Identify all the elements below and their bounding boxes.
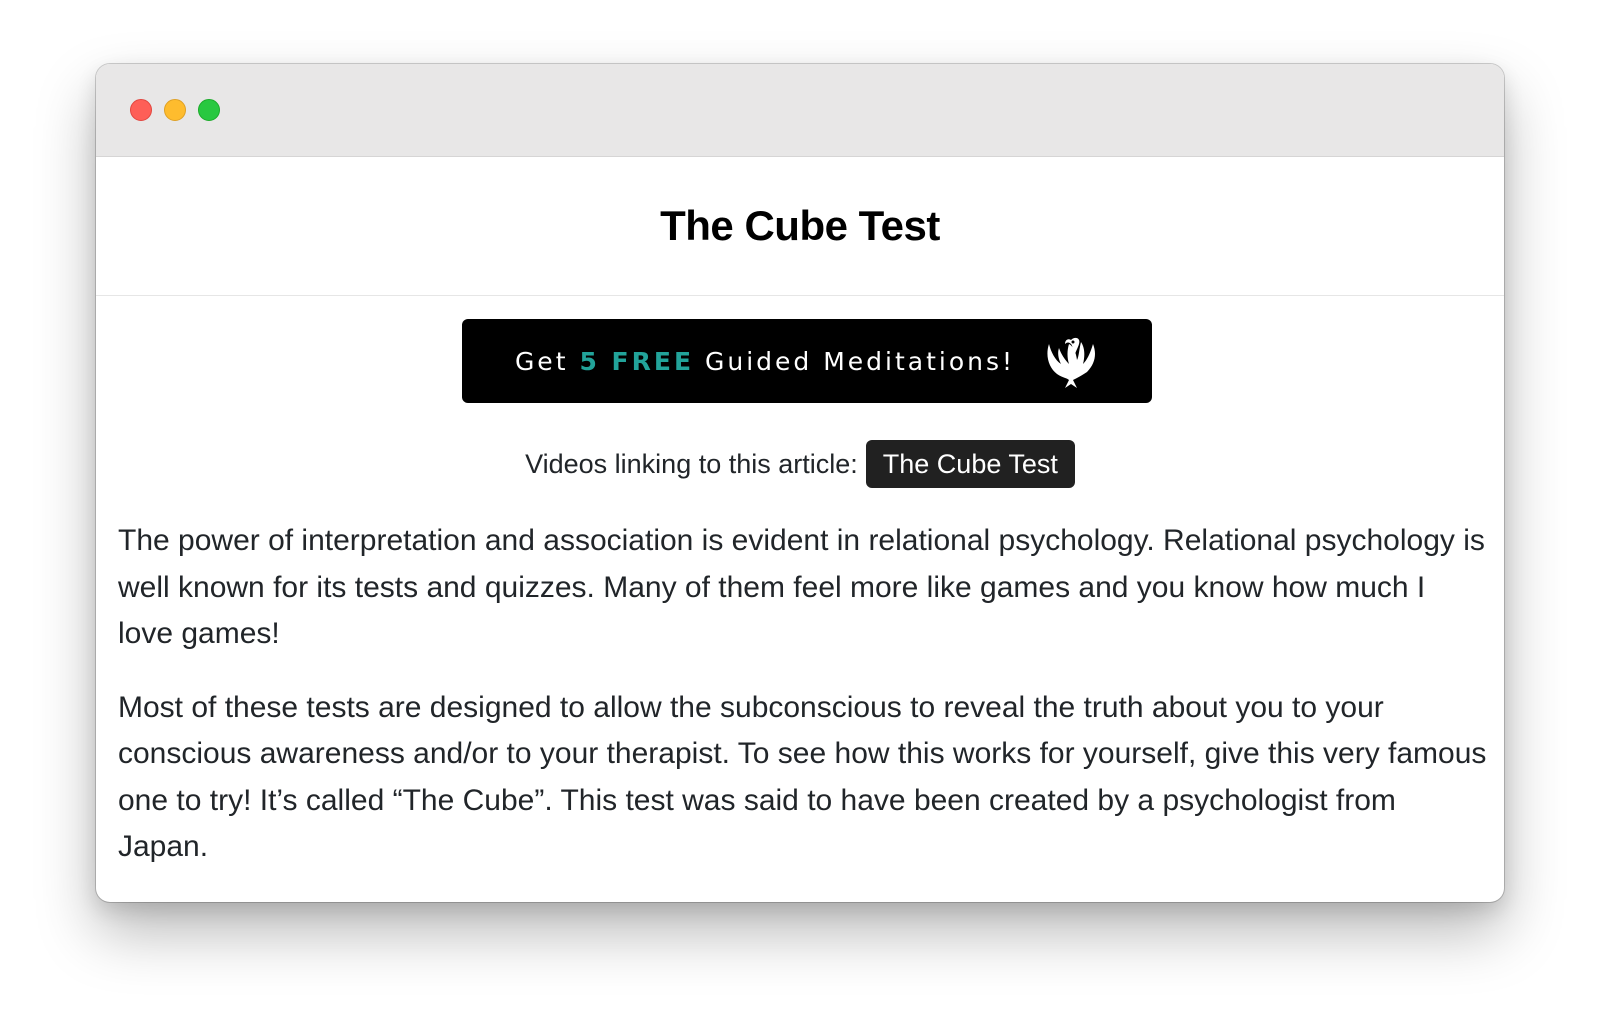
- article-paragraph: The power of interpretation and associat…: [118, 524, 1485, 650]
- banner-highlight: 5 FREE: [579, 346, 695, 376]
- video-tag-cube-test[interactable]: The Cube Test: [865, 440, 1075, 488]
- page-title: The Cube Test: [660, 202, 940, 249]
- browser-window: The Cube Test Get 5 FREE Guided Meditati…: [96, 64, 1504, 902]
- article-body: The power of interpretation and associat…: [118, 518, 1488, 898]
- close-window-button[interactable]: [130, 99, 152, 121]
- page-header: The Cube Test: [96, 157, 1504, 296]
- banner-text-after: Guided Meditations!: [694, 346, 1016, 376]
- banner-text-before: Get: [514, 346, 580, 376]
- minimize-window-button[interactable]: [164, 99, 186, 121]
- meditations-banner[interactable]: Get 5 FREE Guided Meditations!: [462, 319, 1152, 403]
- banner-text: Get 5 FREE Guided Meditations!: [515, 347, 1015, 376]
- title-bar: [96, 64, 1504, 157]
- videos-linking-row: Videos linking to this article: The Cube…: [96, 438, 1504, 490]
- article-paragraph: Most of these tests are designed to allo…: [118, 690, 1487, 864]
- videos-linking-label: Videos linking to this article:: [525, 448, 858, 479]
- zoom-window-button[interactable]: [198, 99, 220, 121]
- swan-icon: [1047, 337, 1096, 388]
